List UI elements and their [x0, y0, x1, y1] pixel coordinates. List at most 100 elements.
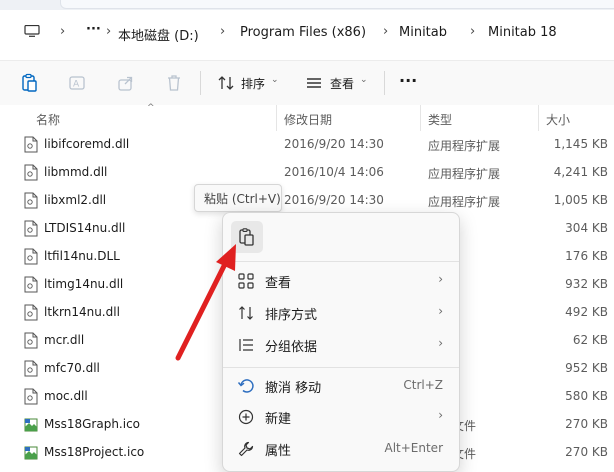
file-size: 270 KB	[565, 445, 608, 459]
breadcrumb-program-files[interactable]: Program Files (x86)	[240, 25, 366, 40]
column-name[interactable]: 名称	[36, 111, 60, 128]
share-icon[interactable]	[116, 73, 136, 93]
file-date: 2016/10/4 14:06	[284, 165, 384, 179]
sort-icon[interactable]	[216, 73, 236, 93]
file-size: 952 KB	[565, 361, 608, 375]
file-size: 176 KB	[565, 249, 608, 263]
dll-file-icon	[24, 388, 38, 405]
file-date: 2016/9/20 14:30	[284, 193, 384, 207]
file-name: libxml2.dll	[44, 193, 107, 207]
dll-file-icon	[24, 164, 38, 181]
menu-item-label: 分组依据	[265, 340, 318, 355]
paste-icon[interactable]	[20, 73, 40, 93]
file-size: 1,145 KB	[553, 137, 608, 151]
delete-icon[interactable]	[164, 73, 184, 93]
file-size: 580 KB	[565, 389, 608, 403]
column-size[interactable]: 大小	[546, 111, 570, 128]
file-type: 应用程序扩展	[428, 167, 501, 181]
file-size: 932 KB	[565, 277, 608, 291]
menu-item-label: 新建	[265, 412, 292, 427]
menu-item-shortcut: Ctrl+Z	[403, 378, 443, 392]
file-size: 1,005 KB	[553, 193, 608, 207]
column-divider[interactable]	[538, 105, 539, 131]
column-date[interactable]: 修改日期	[284, 111, 332, 128]
undo-icon	[237, 379, 254, 393]
menu-item-shortcut: Alt+Enter	[384, 441, 443, 455]
dll-file-icon	[24, 192, 38, 209]
file-size: 4,241 KB	[553, 165, 608, 179]
breadcrumb-more[interactable]: ···	[86, 22, 101, 37]
breadcrumb-minitab-18[interactable]: Minitab 18	[488, 25, 557, 40]
file-row[interactable]: libmmd.dll 2016/10/4 14:06 应用程序扩展 4,241 …	[0, 159, 614, 187]
chevron-right-icon[interactable]: ›	[220, 24, 225, 39]
svg-text:A: A	[73, 80, 80, 90]
menu-item-label: 排序方式	[265, 308, 318, 323]
file-name: libmmd.dll	[44, 165, 108, 179]
file-size: 62 KB	[572, 333, 608, 347]
chevron-right-icon: ›	[438, 336, 443, 350]
menu-item-new[interactable]: 新建 ›	[227, 401, 455, 431]
menu-item-view[interactable]: 查看 ›	[227, 265, 455, 295]
tab-edge	[60, 0, 614, 9]
menu-item-properties[interactable]: 属性 Alt+Enter	[227, 433, 455, 463]
menu-item-sort-by[interactable]: 排序方式 ›	[227, 297, 455, 327]
file-name: ltimg14nu.dll	[44, 277, 124, 291]
file-name: ltkrn14nu.dll	[44, 305, 120, 319]
more-options-button[interactable]: ···	[399, 71, 417, 90]
chevron-right-icon[interactable]: ›	[60, 24, 65, 39]
chevron-right-icon[interactable]: ›	[470, 24, 475, 39]
menu-item-group-by[interactable]: 分组依据 ›	[227, 329, 455, 359]
column-type[interactable]: 类型	[428, 111, 452, 128]
tooltip-text: 粘贴 (Ctrl+V)	[204, 192, 281, 206]
context-menu: 查看 › 排序方式 › 分组依据 › 撤消 移动 Ctrl+Z 新建 › 属性 …	[222, 212, 460, 472]
group-list-icon	[239, 339, 253, 351]
file-name: mfc70.dll	[44, 361, 100, 375]
wrench-icon	[238, 441, 254, 457]
chevron-right-icon: ›	[438, 272, 443, 286]
add-circle-icon	[238, 409, 254, 425]
file-size: 304 KB	[565, 221, 608, 235]
file-row[interactable]: libxml2.dll 2016/9/20 14:30 应用程序扩展 1,005…	[0, 187, 614, 215]
view-icon[interactable]	[304, 73, 324, 93]
view-button[interactable]: 查看	[330, 75, 354, 92]
file-name: moc.dll	[44, 389, 88, 403]
menu-item-label: 查看	[265, 276, 292, 291]
dll-file-icon	[24, 220, 38, 237]
menu-item-label: 撤消 移动	[265, 381, 322, 396]
column-divider[interactable]	[420, 105, 421, 131]
command-bar: A 排序 ⌄ 查看 ⌄ ···	[0, 60, 614, 106]
dll-file-icon	[24, 332, 38, 349]
chevron-down-icon[interactable]: ⌄	[360, 75, 368, 85]
address-bar[interactable]: › ··· › 本地磁盘 (D:) › Program Files (x86) …	[0, 12, 614, 52]
menu-separator	[223, 261, 459, 262]
column-divider[interactable]	[276, 105, 277, 131]
file-size: 270 KB	[565, 417, 608, 431]
chevron-right-icon[interactable]: ›	[383, 24, 388, 39]
dll-file-icon	[24, 276, 38, 293]
rename-icon[interactable]: A	[68, 73, 88, 93]
file-name: libifcoremd.dll	[44, 137, 130, 151]
breadcrumb-minitab[interactable]: Minitab	[399, 25, 447, 40]
column-header-row: ^ 名称 修改日期 类型 大小	[0, 103, 614, 131]
file-name: Mss18Graph.ico	[44, 417, 141, 431]
sort-button[interactable]: 排序	[241, 75, 265, 92]
sort-icon	[239, 306, 253, 320]
ico-file-icon	[24, 446, 38, 460]
dll-file-icon	[24, 248, 38, 265]
dll-file-icon	[24, 360, 38, 377]
menu-separator	[223, 367, 459, 368]
file-name: ltfil14nu.DLL	[44, 249, 120, 263]
menu-item-label: 属性	[265, 444, 292, 459]
dll-file-icon	[24, 304, 38, 321]
computer-icon[interactable]	[24, 25, 40, 37]
chevron-right-icon[interactable]: ›	[106, 24, 111, 39]
file-row[interactable]: libifcoremd.dll 2016/9/20 14:30 应用程序扩展 1…	[0, 131, 614, 159]
file-type: 应用程序扩展	[428, 139, 501, 153]
paste-icon	[239, 228, 254, 246]
paste-button[interactable]	[231, 221, 263, 253]
chevron-down-icon[interactable]: ⌄	[271, 75, 279, 85]
file-name: Mss18Project.ico	[44, 445, 145, 459]
breadcrumb-drive[interactable]: 本地磁盘 (D:)	[118, 25, 199, 44]
menu-item-undo-move[interactable]: 撤消 移动 Ctrl+Z	[227, 370, 455, 400]
paste-tooltip: 粘贴 (Ctrl+V)	[194, 184, 282, 212]
